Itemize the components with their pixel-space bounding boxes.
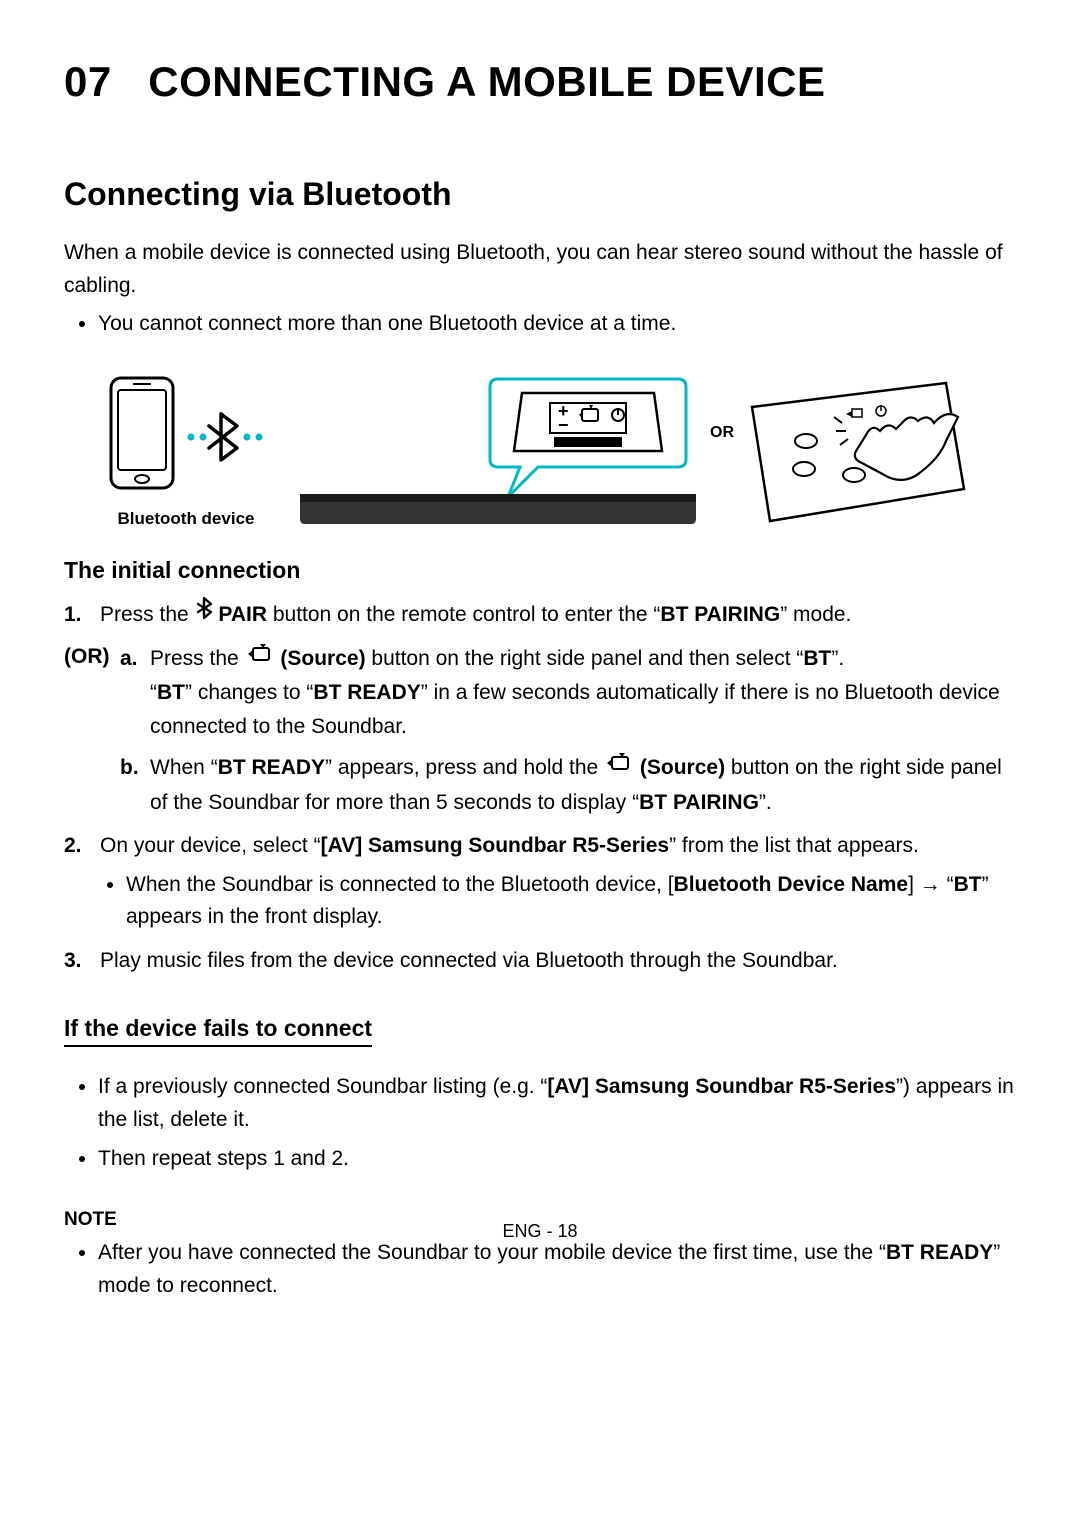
- bluetooth-device-label: Bluetooth device: [86, 509, 286, 529]
- illustration-or-label: OR: [710, 424, 734, 442]
- illustration-soundbar: + −: [298, 369, 698, 529]
- chapter-title: 07 CONNECTING A MOBILE DEVICE: [64, 58, 1016, 106]
- chapter-number: 07: [64, 58, 112, 105]
- source-icon: [245, 641, 275, 675]
- intro-text: When a mobile device is connected using …: [64, 237, 1016, 302]
- illustration-row: Bluetooth device + −: [86, 369, 1016, 529]
- step-b: b. When “BT READY” appears, press and ho…: [120, 751, 1016, 819]
- fail-bullet-1: If a previously connected Soundbar listi…: [98, 1071, 1016, 1136]
- illustration-phone: Bluetooth device: [86, 372, 286, 529]
- or-label: (OR): [64, 645, 110, 669]
- bluetooth-icon: [209, 414, 237, 460]
- source-icon: [604, 750, 634, 784]
- chapter-heading: CONNECTING A MOBILE DEVICE: [148, 58, 825, 105]
- bluetooth-icon: [195, 596, 213, 630]
- fail-bullet-2: Then repeat steps 1 and 2.: [98, 1143, 1016, 1176]
- step-2: 2. On your device, select “[AV] Samsung …: [64, 829, 1016, 934]
- step-1: 1. Press the PAIR button on the remote c…: [64, 598, 1016, 632]
- illustration-hand-press: [746, 379, 966, 529]
- note-bullet-1: After you have connected the Soundbar to…: [98, 1237, 1016, 1302]
- fail-heading: If the device fails to connect: [64, 1015, 372, 1047]
- page-footer: ENG - 18: [0, 1221, 1080, 1242]
- svg-text:−: −: [558, 415, 569, 435]
- intro-bullet: You cannot connect more than one Bluetoo…: [98, 308, 1016, 341]
- initial-connection-heading: The initial connection: [64, 557, 1016, 584]
- step-a: a. Press the (Source) button on the righ…: [120, 642, 1016, 743]
- section-title: Connecting via Bluetooth: [64, 176, 1016, 213]
- step-3: 3. Play music files from the device conn…: [64, 944, 1016, 978]
- step-2-bullet: When the Soundbar is connected to the Bl…: [126, 869, 1016, 934]
